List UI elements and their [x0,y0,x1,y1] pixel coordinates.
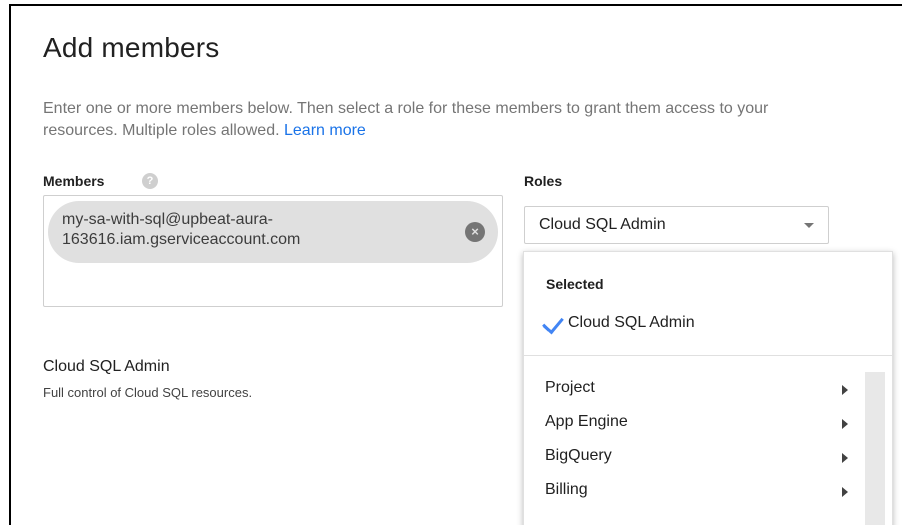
help-icon[interactable]: ? [142,173,158,189]
members-input[interactable]: my-sa-with-sql@upbeat-aura-163616.iam.gs… [43,195,503,307]
menu-item-bigquery[interactable]: BigQuery [524,440,864,474]
selected-section-header: Selected [546,276,604,292]
menu-item-label: Project [545,379,595,396]
selected-role-item[interactable]: Cloud SQL Admin [568,314,695,332]
submenu-arrow-icon [842,487,848,497]
dialog-title: Add members [43,32,220,63]
submenu-arrow-icon [842,419,848,429]
menu-item-label: BigQuery [545,447,612,464]
description-text: Enter one or more members below. Then se… [43,100,769,139]
roles-select[interactable]: Cloud SQL Admin [524,206,829,244]
role-category-list: Project App Engine BigQuery Billing [524,372,864,508]
role-info-title: Cloud SQL Admin [43,358,170,375]
menu-item-label: App Engine [545,413,628,430]
roles-label: Roles [524,173,563,189]
roles-dropdown-menu: Selected Cloud SQL Admin Project App Eng… [523,251,893,525]
dialog-description: Enter one or more members below. Then se… [43,98,803,142]
check-icon [543,312,564,335]
members-label: Members [43,173,105,189]
roles-select-value: Cloud SQL Admin [539,216,666,233]
submenu-arrow-icon [842,385,848,395]
learn-more-link[interactable]: Learn more [284,122,366,139]
member-chip-text: my-sa-with-sql@upbeat-aura-163616.iam.gs… [62,211,301,248]
menu-item-project[interactable]: Project [524,372,864,406]
member-chip: my-sa-with-sql@upbeat-aura-163616.iam.gs… [48,201,498,263]
chip-remove-icon[interactable]: × [465,222,485,242]
menu-scrollbar[interactable] [865,372,885,525]
dropdown-arrow-icon [804,223,814,228]
role-info-description: Full control of Cloud SQL resources. [43,385,253,400]
menu-divider [524,355,892,356]
submenu-arrow-icon [842,453,848,463]
menu-item-billing[interactable]: Billing [524,474,864,508]
menu-item-app-engine[interactable]: App Engine [524,406,864,440]
menu-item-label: Billing [545,481,588,498]
add-members-dialog: Add members Enter one or more members be… [9,4,902,525]
